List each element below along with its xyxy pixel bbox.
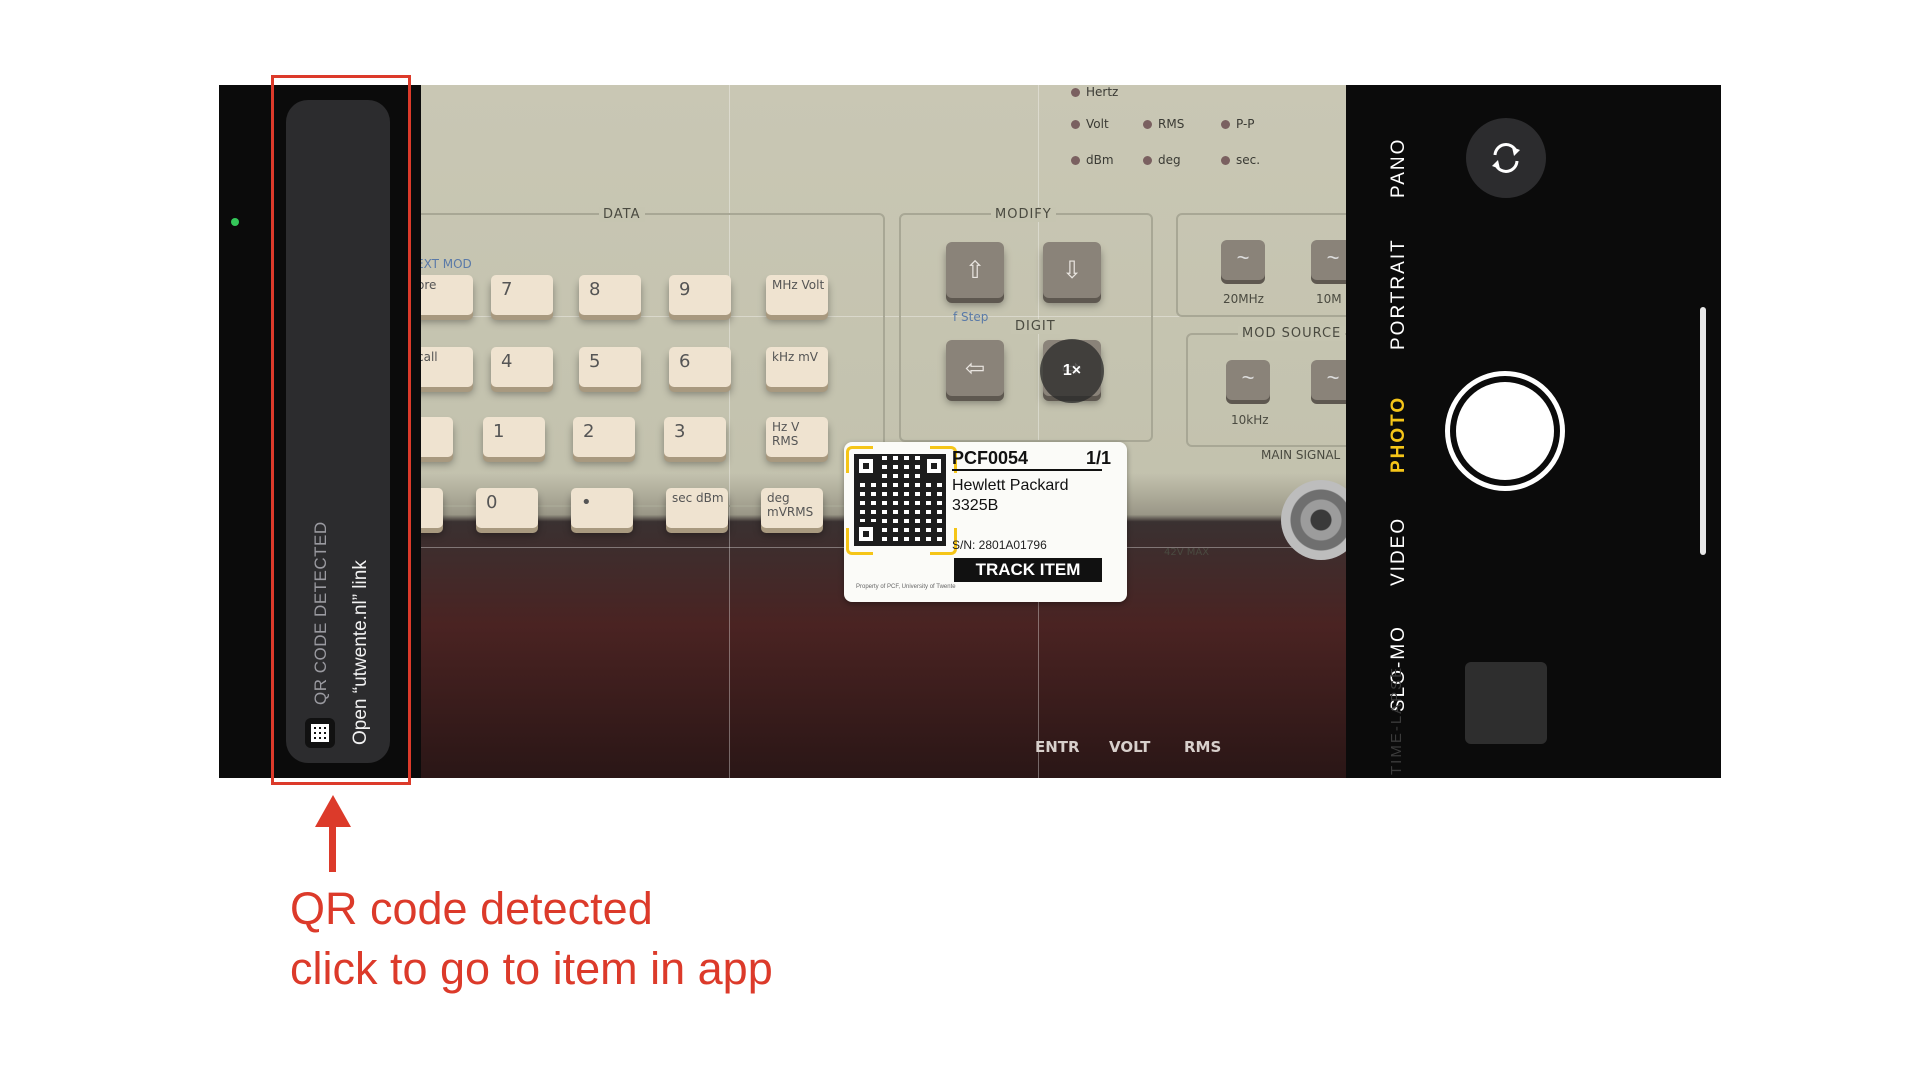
bottom-key-label: ENTR bbox=[1035, 738, 1080, 756]
zoom-button[interactable]: 1× bbox=[1040, 339, 1104, 403]
led-label: P-P bbox=[1221, 117, 1255, 131]
asset-id: PCF0054 bbox=[952, 448, 1102, 471]
freq-label: 20MHz bbox=[1223, 292, 1264, 306]
max-voltage-label: 42V MAX bbox=[1164, 547, 1210, 558]
range-key: ~ bbox=[1311, 240, 1346, 280]
qr-detect-frame bbox=[846, 446, 873, 473]
keypad-key: 0 bbox=[476, 488, 538, 528]
down-arrow-key: ⇩ bbox=[1043, 242, 1101, 298]
panel-label: MODIFY bbox=[991, 207, 1056, 222]
panel-label: DIGIT bbox=[1011, 319, 1060, 334]
keypad-key: 9 bbox=[669, 275, 731, 315]
range-key: ~ bbox=[1221, 240, 1265, 280]
keypad-key: r bbox=[421, 417, 453, 457]
model-number: 3325B bbox=[952, 497, 999, 514]
camera-viewfinder[interactable]: Hertz Volt RMS P-P dBm deg sec. DATA EXT… bbox=[421, 85, 1346, 778]
manufacturer-name: Hewlett Packard bbox=[952, 477, 1069, 494]
keypad-key: 2 bbox=[573, 417, 635, 457]
mode-pano[interactable]: PANO bbox=[1388, 138, 1410, 198]
annotation-caption-line-1: QR code detected bbox=[290, 883, 653, 934]
camera-flip-icon bbox=[1492, 143, 1520, 173]
freq-label: 10kHz bbox=[1231, 413, 1269, 427]
mode-portrait[interactable]: PORTRAIT bbox=[1388, 238, 1410, 350]
keypad-key: Hz V RMS bbox=[766, 417, 828, 457]
keypad-key: ore bbox=[421, 275, 473, 315]
serial-number: S/N: 2801A01796 bbox=[952, 538, 1047, 552]
mod-key: ~ bbox=[1226, 360, 1270, 400]
led-label: Volt bbox=[1071, 117, 1109, 131]
owner-text: Property of PCF, University of Twente bbox=[856, 584, 956, 590]
up-arrow-key: ⇧ bbox=[946, 242, 1004, 298]
led-label: sec. bbox=[1221, 153, 1260, 167]
keypad-key: 8 bbox=[579, 275, 641, 315]
notification-title: QR CODE DETECTED bbox=[311, 521, 330, 705]
main-signal-label: MAIN SIGNAL bbox=[1261, 448, 1341, 462]
keypad-key: deg mVRMS bbox=[761, 488, 823, 528]
annotation-arrow-shaft bbox=[329, 822, 336, 872]
keypad-key: 5 bbox=[579, 347, 641, 387]
qr-notification[interactable] bbox=[286, 100, 390, 763]
keypad-key: sec dBm bbox=[666, 488, 728, 528]
scrollbar[interactable] bbox=[1700, 307, 1706, 555]
bottom-key-label: RMS bbox=[1184, 738, 1222, 756]
shutter-inner bbox=[1456, 382, 1554, 480]
shutter-button[interactable] bbox=[1445, 371, 1565, 491]
led-label: dBm bbox=[1071, 153, 1114, 167]
left-arrow-key: ⇦ bbox=[946, 340, 1004, 396]
led-label: deg bbox=[1143, 153, 1181, 167]
notification-body[interactable]: Open “utwente.nl” link bbox=[350, 560, 372, 745]
panel-label: DATA bbox=[599, 207, 645, 222]
mode-time-lapse[interactable]: TIME-LAPSE bbox=[1388, 666, 1405, 775]
mode-video[interactable]: VIDEO bbox=[1388, 517, 1410, 586]
photo-thumbnail[interactable] bbox=[1465, 662, 1547, 744]
privacy-indicator-dot bbox=[231, 218, 239, 226]
mode-photo[interactable]: PHOTO bbox=[1388, 396, 1410, 473]
keypad-key: MHz Volt bbox=[766, 275, 828, 315]
asset-count: 1/1 bbox=[1085, 448, 1111, 468]
keypad-key: call bbox=[421, 347, 473, 387]
keypad-key: 1 bbox=[483, 417, 545, 457]
qr-code-icon bbox=[305, 718, 335, 748]
camera-flip-button[interactable] bbox=[1466, 118, 1546, 198]
mod-key: ~ bbox=[1311, 360, 1346, 400]
ext-mod-label: EXT MOD bbox=[421, 257, 472, 271]
keypad-key: kHz mV bbox=[766, 347, 828, 387]
led-label: Hertz bbox=[1071, 85, 1118, 99]
led-label: RMS bbox=[1143, 117, 1184, 131]
track-item-banner: TRACK ITEM bbox=[954, 558, 1102, 582]
bnc-connector bbox=[1281, 480, 1346, 560]
freq-label: 10M bbox=[1316, 292, 1342, 306]
bottom-key-label: VOLT bbox=[1109, 738, 1151, 756]
asset-manufacturer: Hewlett Packard 3325B bbox=[952, 476, 1069, 516]
keypad-key: 3 bbox=[664, 417, 726, 457]
qr-detect-frame bbox=[846, 528, 873, 555]
f-step-label: f Step bbox=[953, 310, 989, 324]
panel-label: MOD SOURCE bbox=[1238, 326, 1346, 341]
keypad-key: 7 bbox=[491, 275, 553, 315]
keypad-key: 4 bbox=[491, 347, 553, 387]
annotation-caption-line-2: click to go to item in app bbox=[290, 943, 773, 994]
keypad-key: 6 bbox=[669, 347, 731, 387]
keypad-key bbox=[421, 488, 443, 528]
asset-tag-label: PCF0054 1/1 Hewlett Packard 3325B S/N: 2… bbox=[844, 442, 1127, 602]
keypad-key: • bbox=[571, 488, 633, 528]
